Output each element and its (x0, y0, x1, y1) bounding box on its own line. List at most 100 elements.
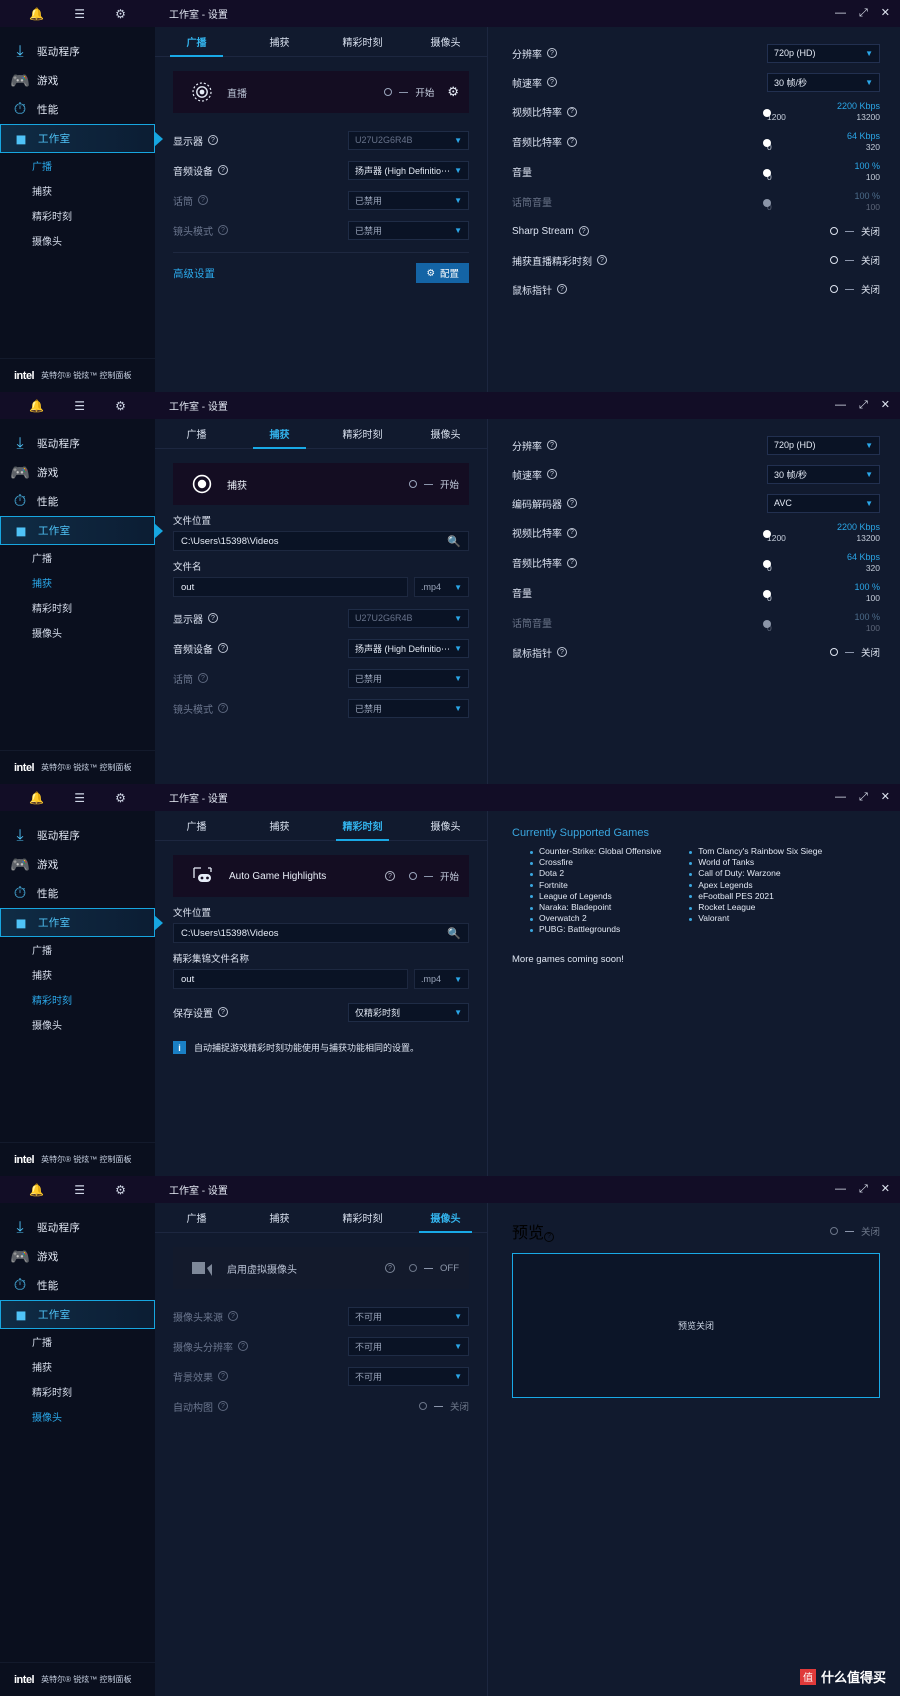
help-icon[interactable]: ? (228, 1311, 238, 1321)
help-icon[interactable]: ? (547, 440, 557, 450)
sidebar-subitem-broadcast[interactable]: 广播 (0, 937, 155, 962)
gear-icon[interactable]: ⚙ (447, 84, 459, 100)
virtual-camera-toggle[interactable] (409, 1264, 417, 1272)
maximize-button[interactable]: ⤢ (859, 792, 868, 803)
sidebar-subitem-highlights[interactable]: 精彩时刻 (0, 203, 155, 228)
minimize-button[interactable]: — (835, 8, 846, 19)
resolution-select[interactable]: 720p (HD) ▼ (767, 435, 880, 455)
help-icon[interactable]: ? (218, 1007, 228, 1017)
help-icon[interactable]: ? (384, 871, 395, 881)
help-icon[interactable]: ? (567, 527, 577, 538)
gear-icon[interactable]: ⚙ (115, 8, 126, 20)
tab-capture[interactable]: 捕获 (238, 1203, 321, 1232)
extension-select[interactable]: .mp4 ▼ (414, 969, 469, 989)
audio-bitrate-slider[interactable]: 64 Kbps 0 320 (763, 131, 880, 152)
tab-camera[interactable]: 摄像头 (404, 811, 487, 840)
highlights-toggle[interactable] (408, 872, 417, 880)
codec-select[interactable]: AVC ▼ (767, 493, 880, 513)
sidebar-item-drivers[interactable]: ⤓ 驱动程序 (0, 1213, 155, 1242)
close-button[interactable]: ✕ (881, 792, 890, 803)
help-icon[interactable]: ? (208, 135, 218, 145)
audio-device-select[interactable]: 扬声器 (High Definitio⋯ ▼ (348, 638, 469, 658)
close-button[interactable]: ✕ (881, 1184, 890, 1195)
tab-highlights[interactable]: 精彩时刻 (321, 419, 404, 448)
save-settings-select[interactable]: 仅精彩时刻 ▼ (348, 1002, 469, 1022)
help-icon[interactable]: ? (544, 1231, 555, 1242)
help-icon[interactable]: ? (567, 106, 577, 117)
highlights-filename-input[interactable]: out (173, 969, 408, 989)
display-select[interactable]: U27U2G6R4B ▼ (348, 608, 469, 628)
auto-framing-toggle[interactable] (418, 1402, 427, 1410)
sidebar-subitem-camera[interactable]: 摄像头 (0, 1012, 155, 1037)
tab-camera[interactable]: 摄像头 (404, 1203, 487, 1233)
mouse-pointer-toggle[interactable] (829, 648, 838, 656)
bell-icon[interactable]: 🔔 (29, 8, 44, 20)
menu-icon[interactable]: ☰ (74, 400, 85, 412)
help-icon[interactable]: ? (578, 226, 589, 236)
sidebar-item-studio[interactable]: ◾ 工作室 (0, 516, 155, 545)
sidebar-item-performance[interactable]: ⏱ 性能 (0, 1271, 155, 1300)
sidebar-subitem-capture[interactable]: 捕获 (0, 1354, 155, 1379)
sidebar-subitem-camera[interactable]: 摄像头 (0, 620, 155, 645)
tab-capture[interactable]: 捕获 (238, 27, 321, 56)
gear-icon[interactable]: ⚙ (115, 792, 126, 804)
help-icon[interactable]: ? (385, 1263, 395, 1273)
help-icon[interactable]: ? (208, 613, 218, 623)
framerate-select[interactable]: 30 帧/秒 ▼ (767, 72, 880, 92)
sidebar-subitem-broadcast[interactable]: 广播 (0, 153, 155, 178)
sidebar-item-performance[interactable]: ⏱ 性能 (0, 879, 155, 908)
menu-icon[interactable]: ☰ (74, 1184, 85, 1196)
help-icon[interactable]: ? (557, 647, 567, 657)
help-icon[interactable]: ? (218, 225, 228, 235)
tab-broadcast[interactable]: 广播 (155, 419, 238, 448)
menu-icon[interactable]: ☰ (74, 792, 85, 804)
sidebar-item-studio[interactable]: ◾ 工作室 (0, 908, 155, 937)
tab-broadcast[interactable]: 广播 (155, 811, 238, 840)
bell-icon[interactable]: 🔔 (29, 400, 44, 412)
help-icon[interactable]: ? (557, 284, 567, 294)
sidebar-item-drivers[interactable]: ⤓ 驱动程序 (0, 821, 155, 850)
search-icon[interactable]: 🔍 (447, 927, 461, 940)
gear-icon[interactable]: ⚙ (115, 1184, 126, 1196)
mic-select[interactable]: 已禁用 ▼ (348, 190, 469, 210)
capture-toggle[interactable] (408, 480, 417, 488)
tab-camera[interactable]: 摄像头 (404, 27, 487, 56)
configure-button[interactable]: ⚙ 配置 (416, 263, 469, 283)
resolution-select[interactable]: 720p (HD) ▼ (767, 43, 880, 63)
sidebar-subitem-capture[interactable]: 捕获 (0, 570, 155, 595)
background-effect-select[interactable]: 不可用 ▼ (348, 1366, 469, 1386)
help-icon[interactable]: ? (218, 1401, 228, 1411)
help-icon[interactable]: ? (218, 1371, 228, 1381)
tab-camera[interactable]: 摄像头 (404, 419, 487, 448)
camera-resolution-select[interactable]: 不可用 ▼ (348, 1336, 469, 1356)
preview-toggle[interactable] (829, 1227, 838, 1235)
tab-highlights[interactable]: 精彩时刻 (321, 27, 404, 56)
mic-volume-slider[interactable]: 100 % 0 100 (763, 191, 880, 212)
audio-device-select[interactable]: 扬声器 (High Definitio⋯ ▼ (348, 160, 469, 180)
sidebar-subitem-highlights[interactable]: 精彩时刻 (0, 1379, 155, 1404)
video-bitrate-slider[interactable]: 2200 Kbps 1200 13200 (763, 101, 880, 122)
mouse-pointer-toggle[interactable] (829, 285, 838, 293)
help-icon[interactable]: ? (198, 673, 208, 683)
close-button[interactable]: ✕ (881, 400, 890, 411)
video-bitrate-slider[interactable]: 2200 Kbps 1200 13200 (763, 522, 880, 543)
help-icon[interactable]: ? (597, 255, 607, 265)
sharp-stream-toggle[interactable] (829, 227, 838, 235)
sidebar-item-drivers[interactable]: ⤓ 驱动程序 (0, 429, 155, 458)
help-icon[interactable]: ? (567, 136, 577, 147)
capture-highlights-toggle[interactable] (829, 256, 838, 264)
help-icon[interactable]: ? (547, 469, 557, 479)
help-icon[interactable]: ? (567, 557, 577, 568)
sidebar-item-studio[interactable]: ◾ 工作室 (0, 124, 155, 153)
sidebar-subitem-broadcast[interactable]: 广播 (0, 545, 155, 570)
lens-mode-select[interactable]: 已禁用 ▼ (348, 220, 469, 240)
framerate-select[interactable]: 30 帧/秒 ▼ (767, 464, 880, 484)
maximize-button[interactable]: ⤢ (859, 1184, 868, 1195)
tab-broadcast[interactable]: 广播 (155, 1203, 238, 1232)
menu-icon[interactable]: ☰ (74, 8, 85, 20)
sidebar-subitem-highlights[interactable]: 精彩时刻 (0, 595, 155, 620)
camera-source-select[interactable]: 不可用 ▼ (348, 1306, 469, 1326)
help-icon[interactable]: ? (567, 498, 577, 508)
tab-broadcast[interactable]: 广播 (155, 27, 238, 57)
search-icon[interactable]: 🔍 (447, 535, 461, 548)
